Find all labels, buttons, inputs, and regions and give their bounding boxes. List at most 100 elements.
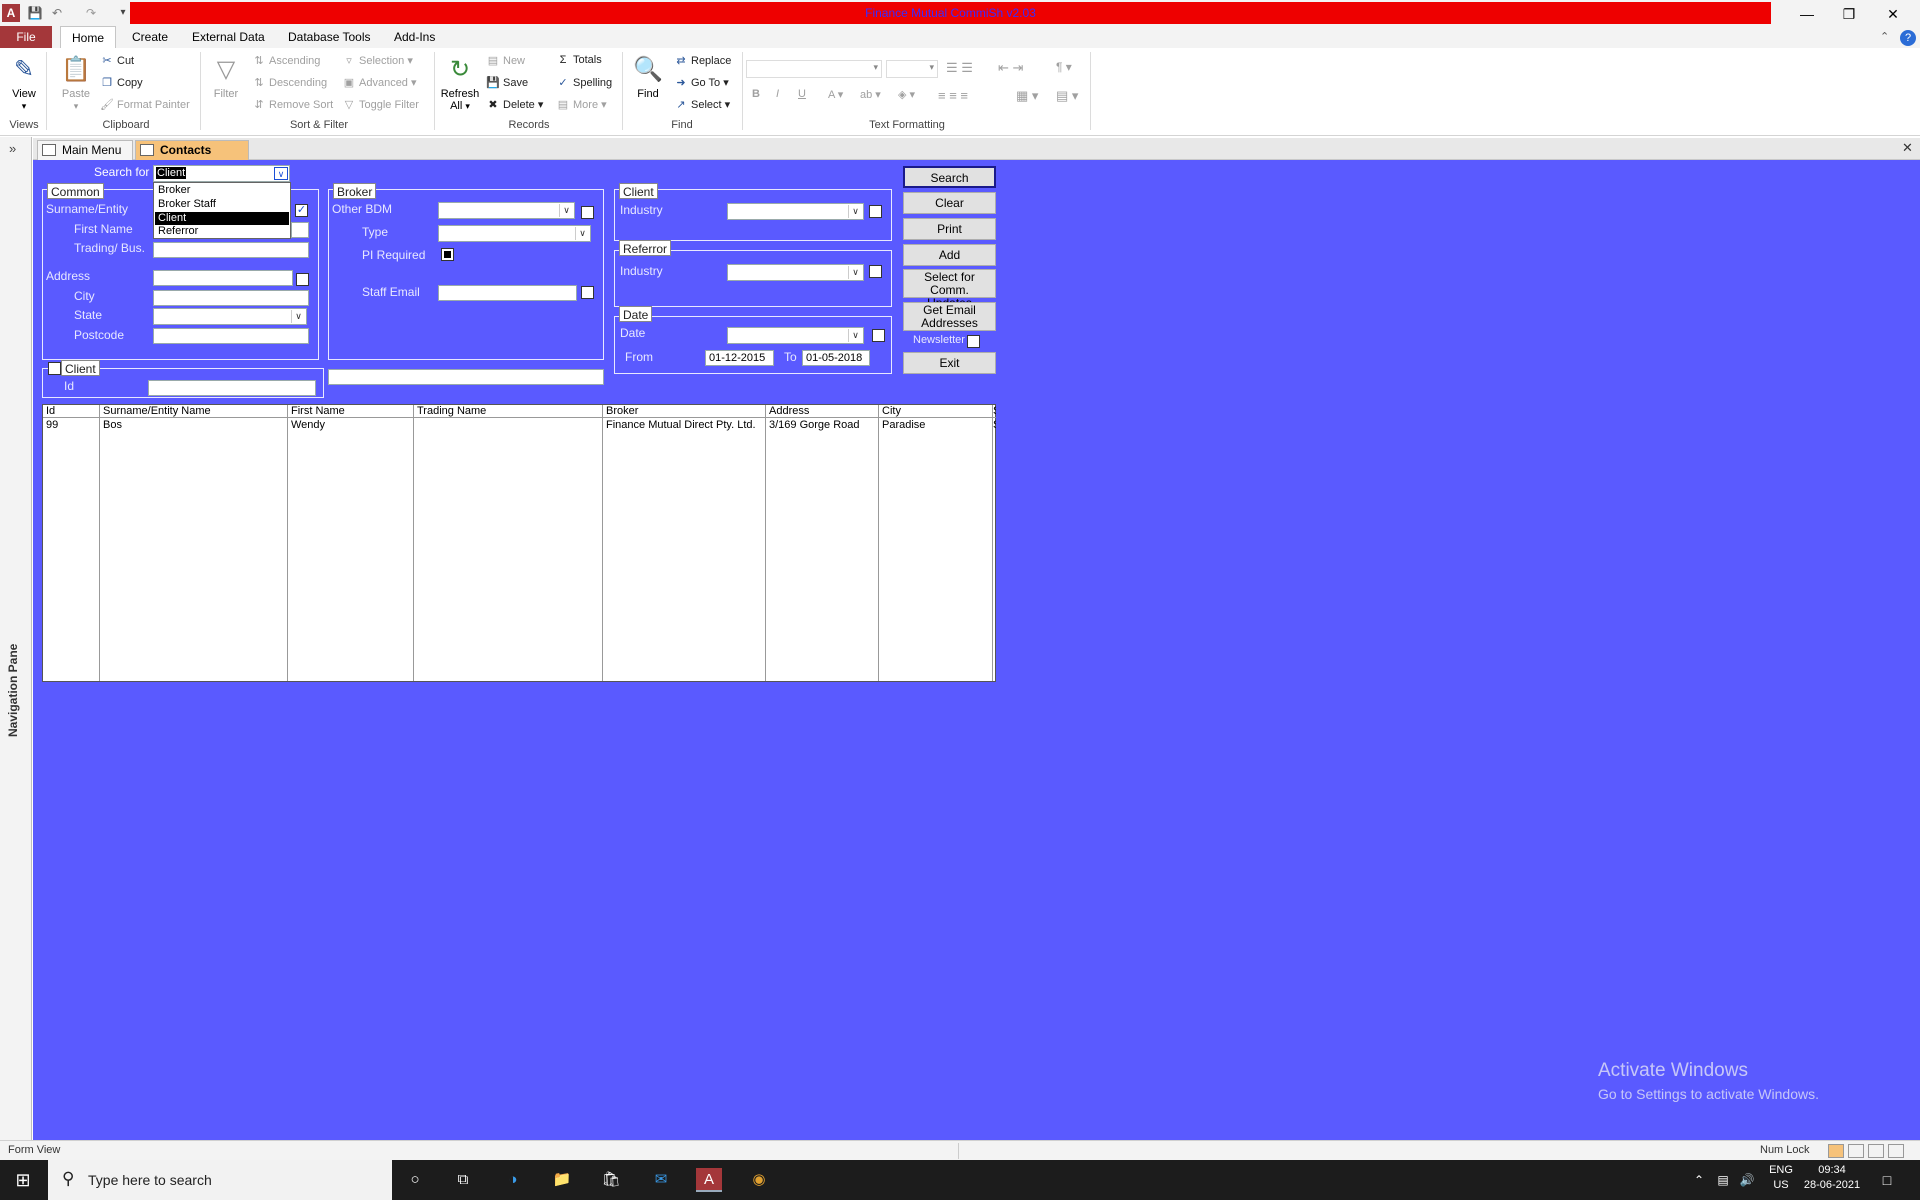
tab-file[interactable]: File	[0, 26, 52, 48]
chevron-down-icon[interactable]: ∨	[291, 310, 305, 323]
descending-button[interactable]: ⇅ Descending	[252, 76, 327, 89]
more-button[interactable]: ▤ More ▾	[556, 98, 607, 111]
taskbar-search-box[interactable]: ⚲ Type here to search	[48, 1160, 392, 1200]
referror-industry-checkbox[interactable]	[869, 265, 882, 278]
add-button[interactable]: Add	[903, 244, 996, 266]
gridlines-icon[interactable]: ▦ ▾	[1016, 88, 1038, 104]
trading-field[interactable]	[153, 242, 309, 258]
italic-button[interactable]: I	[776, 88, 779, 100]
staff-email-checkbox[interactable]	[581, 286, 594, 299]
design-view-icon[interactable]	[1888, 1144, 1904, 1158]
print-button[interactable]: Print	[903, 218, 996, 240]
exit-button[interactable]: Exit	[903, 352, 996, 374]
date-combo[interactable]: ∨	[727, 327, 864, 344]
view-button[interactable]: ✎ View ▾	[6, 54, 42, 112]
table-cell[interactable]	[414, 419, 417, 432]
datasheet-view-icon[interactable]	[1848, 1144, 1864, 1158]
cortana-icon[interactable]: ○	[402, 1168, 428, 1192]
task-view-icon[interactable]: ⧉	[450, 1168, 476, 1192]
bullets-icon[interactable]: ☰ ☰	[946, 60, 973, 76]
date-checkbox[interactable]	[872, 329, 885, 342]
help-icon[interactable]: ?	[1890, 26, 1920, 48]
to-date-field[interactable]: 01-05-2018	[802, 350, 870, 366]
advanced-button[interactable]: ▣ Advanced ▾	[342, 76, 417, 89]
get-email-addresses-button[interactable]: Get Email Addresses	[903, 302, 996, 331]
align-icons[interactable]: ≡ ≡ ≡	[938, 88, 968, 103]
clear-button[interactable]: Clear	[903, 192, 996, 214]
search-button[interactable]: Search	[903, 166, 996, 188]
type-combo[interactable]: ∨	[438, 225, 591, 242]
chevron-down-icon[interactable]: ∨	[848, 205, 862, 218]
refresh-all-button[interactable]: ↻ Refresh All ▾	[440, 54, 480, 112]
dropdown-option-broker-staff[interactable]: Broker Staff	[155, 198, 289, 211]
table-cell[interactable]: Bos	[100, 419, 122, 432]
results-datasheet[interactable]: Id 99 Surname/Entity Name Bos First Name…	[42, 404, 996, 682]
tab-home[interactable]: Home	[60, 26, 116, 48]
alternate-row-color-icon[interactable]: ▤ ▾	[1056, 88, 1078, 104]
close-tab-icon[interactable]: ✕	[1902, 140, 1913, 156]
minimize-button[interactable]: —	[1784, 0, 1830, 28]
expand-nav-icon[interactable]: »	[9, 141, 16, 156]
column-header[interactable]: S	[993, 405, 996, 418]
clock[interactable]: 09:34 28-06-2021	[1800, 1164, 1864, 1191]
mail-icon[interactable]: ✉	[648, 1168, 674, 1192]
paste-button[interactable]: 📋 Paste ▾	[56, 54, 96, 112]
city-field[interactable]	[153, 290, 309, 306]
tab-external-data[interactable]: External Data	[182, 26, 275, 48]
toggle-filter-button[interactable]: ▽ Toggle Filter	[342, 98, 419, 111]
client-industry-checkbox[interactable]	[869, 205, 882, 218]
filter-button[interactable]: ▽ Filter	[208, 54, 244, 100]
chevron-down-icon[interactable]: ∨	[575, 227, 589, 240]
pi-required-checkbox[interactable]	[441, 248, 454, 261]
language-indicator[interactable]: ENG US	[1766, 1164, 1796, 1191]
column-header[interactable]: First Name	[288, 405, 413, 418]
navigation-pane[interactable]: » Navigation Pane	[0, 137, 32, 1143]
chrome-icon[interactable]: ◉	[746, 1168, 772, 1192]
store-icon[interactable]: 🛍	[598, 1168, 624, 1192]
column-header[interactable]: Surname/Entity Name	[100, 405, 287, 418]
spelling-button[interactable]: ✓ Spelling	[556, 76, 612, 89]
address-checkbox[interactable]	[296, 273, 309, 286]
tab-add-ins[interactable]: Add-Ins	[384, 26, 445, 48]
font-name-select[interactable]: ▾	[746, 60, 882, 78]
replace-button[interactable]: ⇄ Replace	[674, 54, 731, 67]
table-cell[interactable]: Finance Mutual Direct Pty. Ltd.	[603, 419, 756, 432]
layout-view-icon[interactable]	[1868, 1144, 1884, 1158]
volume-icon[interactable]: 🔊	[1734, 1168, 1760, 1192]
surname-checkbox[interactable]: ✓	[295, 204, 308, 217]
column-header[interactable]: Broker	[603, 405, 765, 418]
extra-field[interactable]	[328, 369, 604, 385]
redo-icon[interactable]: ↷	[82, 4, 100, 22]
chevron-down-icon[interactable]: ∨	[848, 329, 862, 342]
dropdown-option-referror[interactable]: Referror	[155, 225, 289, 238]
table-cell[interactable]: 3/169 Gorge Road	[766, 419, 860, 432]
table-cell[interactable]: Paradise	[879, 419, 925, 432]
referror-industry-combo[interactable]: ∨	[727, 264, 864, 281]
edge-icon[interactable]: ◑	[500, 1168, 526, 1192]
file-explorer-icon[interactable]: 📁	[549, 1168, 575, 1192]
form-view-icon[interactable]	[1828, 1144, 1844, 1158]
new-record-button[interactable]: ▤ New	[486, 54, 525, 67]
select-button[interactable]: ↗ Select ▾	[674, 98, 730, 111]
other-bdm-combo[interactable]: ∨	[438, 202, 575, 219]
tab-main-menu[interactable]: Main Menu	[37, 140, 133, 160]
table-cell[interactable]: S	[993, 419, 996, 432]
id-field[interactable]	[148, 380, 316, 396]
selection-button[interactable]: ▿ Selection ▾	[342, 54, 413, 67]
cut-button[interactable]: ✂ Cut	[100, 54, 134, 67]
save-icon[interactable]: 💾	[26, 4, 44, 22]
highlight-icon[interactable]: ab ▾	[860, 88, 881, 101]
other-bdm-checkbox[interactable]	[581, 206, 594, 219]
column-header[interactable]: Id	[43, 405, 99, 418]
format-painter-button[interactable]: 🖌 Format Painter	[100, 98, 190, 111]
save-record-button[interactable]: 💾 Save	[486, 76, 528, 89]
address-field[interactable]	[153, 270, 293, 286]
font-size-select[interactable]: ▾	[886, 60, 938, 78]
go-to-button[interactable]: ➜ Go To ▾	[674, 76, 728, 89]
delete-button[interactable]: ✖ Delete ▾	[486, 98, 543, 111]
from-date-field[interactable]: 01-12-2015	[705, 350, 774, 366]
copy-button[interactable]: ❐ Copy	[100, 76, 143, 89]
underline-button[interactable]: U	[798, 88, 806, 100]
tab-contacts-search[interactable]: Contacts Search	[135, 140, 249, 175]
remove-sort-button[interactable]: ⇵ Remove Sort	[252, 98, 333, 111]
